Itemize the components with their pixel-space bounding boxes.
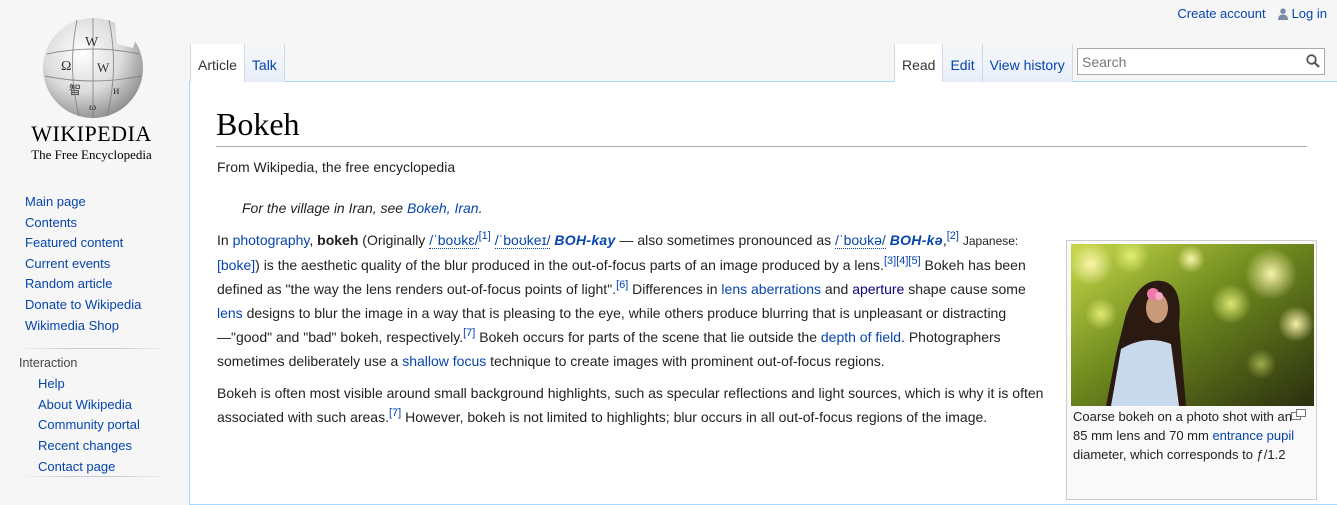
site-subtitle: From Wikipedia, the free encyclopedia: [217, 159, 456, 175]
link-entrance-pupil[interactable]: entrance pupil: [1212, 428, 1294, 443]
link-aperture[interactable]: aperture: [852, 281, 904, 297]
sidebar-navigation: Main page Contents Featured content Curr…: [0, 192, 188, 336]
sidebar: Main page Contents Featured content Curr…: [0, 192, 188, 477]
svg-text:и: и: [113, 83, 120, 97]
logo-wordmark: WIKIPEDIA: [31, 121, 152, 146]
sidebar-item-community-portal[interactable]: Community portal: [38, 417, 140, 432]
content-area: Bokeh From Wikipedia, the free encyclope…: [189, 81, 1337, 505]
sidebar-item-about-wikipedia[interactable]: About Wikipedia: [38, 397, 132, 412]
respelling-1[interactable]: BOH-kay: [554, 232, 615, 248]
sidebar-interaction: Help About Wikipedia Community portal Re…: [0, 374, 188, 477]
bold-term: bokeh: [317, 232, 359, 248]
ipa-pronunciation-1[interactable]: /ˈboʊkɛ/: [429, 232, 479, 249]
svg-text:Ω: Ω: [61, 59, 71, 74]
svg-text:ω: ω: [89, 101, 96, 113]
ref-3[interactable]: [3]: [884, 255, 896, 267]
tab-edit[interactable]: Edit: [942, 44, 982, 82]
sidebar-item-featured-content[interactable]: Featured content: [25, 235, 123, 250]
search-input[interactable]: [1082, 52, 1292, 72]
page-title: Bokeh: [216, 104, 1307, 147]
login-link[interactable]: Log in: [1292, 6, 1327, 21]
interaction-heading[interactable]: Interaction: [19, 348, 169, 371]
bokeh-photo[interactable]: [1071, 244, 1314, 406]
sidebar-item-random-article[interactable]: Random article: [25, 276, 112, 291]
article-body: In photography, bokeh (Originally /ˈboʊk…: [217, 228, 1050, 437]
sidebar-item-contents[interactable]: Contents: [25, 215, 77, 230]
f-number: ƒ/1.2: [1256, 447, 1286, 462]
respelling-2[interactable]: BOH-kə: [890, 232, 943, 248]
ref-7[interactable]: [7]: [463, 327, 475, 339]
ref-7-again[interactable]: [7]: [389, 407, 401, 419]
thumbnail-figure: Coarse bokeh on a photo shot with an 85 …: [1066, 240, 1317, 500]
svg-text:W: W: [85, 35, 99, 50]
sidebar-item-wikimedia-shop[interactable]: Wikimedia Shop: [25, 318, 119, 333]
ref-6[interactable]: [6]: [616, 279, 628, 291]
logo-tagline: The Free Encyclopedia: [31, 147, 152, 162]
ref-2[interactable]: [2]: [947, 230, 959, 242]
sidebar-item-help[interactable]: Help: [38, 376, 65, 391]
link-photography[interactable]: photography: [233, 232, 310, 248]
view-tabs: Read Edit View history: [894, 44, 1073, 82]
sidebar-item-contact-page[interactable]: Contact page: [38, 459, 115, 474]
thumbnail-caption: Coarse bokeh on a photo shot with an 85 …: [1073, 409, 1295, 462]
sidebar-item-main-page[interactable]: Main page: [25, 194, 86, 209]
tab-article[interactable]: Article: [190, 44, 244, 82]
link-boke[interactable]: [boke]: [217, 257, 255, 273]
search-icon[interactable]: [1306, 54, 1320, 68]
japanese-label: Japanese:: [962, 234, 1019, 248]
create-account-link[interactable]: Create account: [1177, 6, 1265, 21]
ref-5[interactable]: [5]: [908, 255, 920, 267]
link-lens-aberrations[interactable]: lens aberrations: [721, 281, 821, 297]
wikipedia-logo[interactable]: W Ω W 智 и ω WIKIPEDIA The Free Encyclope…: [0, 0, 170, 175]
user-icon: [1277, 7, 1288, 20]
sidebar-item-recent-changes[interactable]: Recent changes: [38, 438, 132, 453]
personal-tools: Create account Log in: [1177, 6, 1327, 21]
namespace-tabs: Article Talk: [190, 44, 285, 82]
sidebar-item-current-events[interactable]: Current events: [25, 256, 110, 271]
link-depth-of-field[interactable]: depth of field: [821, 329, 901, 345]
search-box: [1077, 48, 1325, 75]
tab-view-history[interactable]: View history: [981, 44, 1073, 82]
tab-read[interactable]: Read: [894, 44, 943, 82]
sidebar-item-donate[interactable]: Donate to Wikipedia: [25, 297, 141, 312]
hatnote-link[interactable]: Bokeh, Iran: [407, 200, 479, 216]
puzzle-globe-icon: W Ω W 智 и ω: [43, 18, 143, 118]
sidebar-divider: [19, 476, 169, 477]
paragraph-1: In photography, bokeh (Originally /ˈboʊk…: [217, 230, 1026, 370]
link-shallow-focus[interactable]: shallow focus: [402, 353, 486, 369]
ipa-pronunciation-3[interactable]: /ˈboʊkə/: [835, 232, 886, 249]
paragraph-2: Bokeh is often most visible around small…: [217, 385, 1044, 425]
ref-1[interactable]: [1]: [479, 230, 491, 242]
tab-talk[interactable]: Talk: [243, 44, 285, 82]
ref-4[interactable]: [4]: [896, 255, 908, 267]
ipa-pronunciation-2[interactable]: /ˈboʊkeɪ/: [494, 232, 551, 249]
svg-text:W: W: [97, 60, 110, 75]
link-lens[interactable]: lens: [217, 305, 243, 321]
svg-text:智: 智: [69, 82, 81, 97]
hatnote: For the village in Iran, see Bokeh, Iran…: [242, 200, 483, 216]
